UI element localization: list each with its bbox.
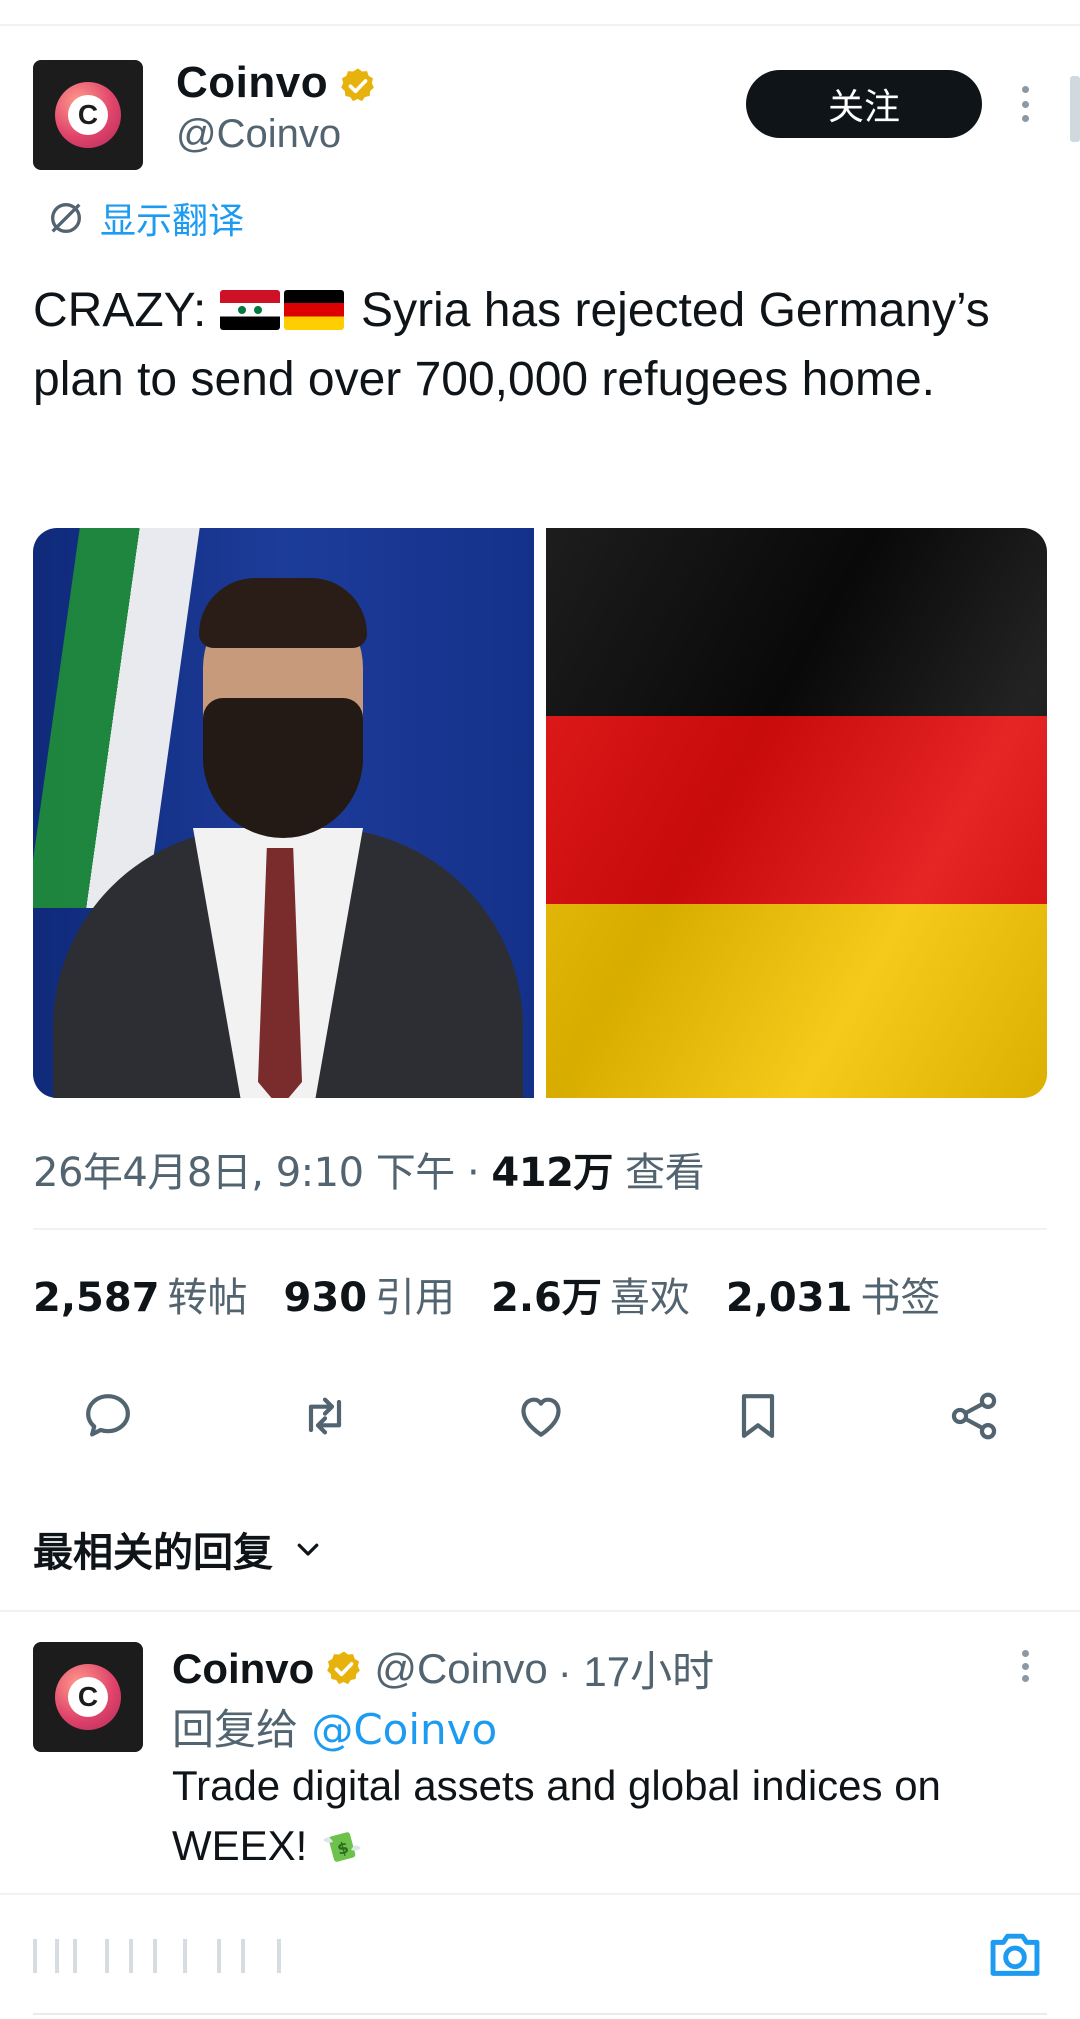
camera-icon[interactable] xyxy=(984,1923,1046,1985)
tweet-actions xyxy=(33,1385,1047,1447)
replying-to: 回复给 @Coinvo xyxy=(172,1696,497,1757)
verified-badge-icon xyxy=(341,68,374,102)
stat-quotes[interactable]: 930 引用 xyxy=(284,1265,456,1323)
reply-header: Coinvo @Coinvo · 17小时 xyxy=(172,1638,714,1699)
divider xyxy=(0,1610,1080,1612)
tweet-prefix: CRAZY: xyxy=(33,284,207,337)
reply-text: Trade digital assets and global indices … xyxy=(172,1756,1032,1876)
reply-author-handle[interactable]: @Coinvo xyxy=(374,1645,547,1693)
share-icon[interactable] xyxy=(943,1385,1005,1447)
germany-flag-photo[interactable] xyxy=(546,528,1047,1098)
avatar-logo: C xyxy=(55,1664,121,1730)
retweet-icon[interactable] xyxy=(294,1385,356,1447)
like-icon[interactable] xyxy=(510,1385,572,1447)
replying-to-handle-link[interactable]: @Coinvo xyxy=(311,1705,497,1754)
stat-likes[interactable]: 2.6万 喜欢 xyxy=(491,1265,690,1323)
avatar-letter: C xyxy=(68,1677,108,1717)
views-count: 412万 xyxy=(491,1150,613,1196)
scrollbar[interactable] xyxy=(1070,76,1080,142)
reply-author-avatar[interactable]: C xyxy=(33,1642,143,1752)
reply-composer xyxy=(0,1893,1080,2019)
reply-icon[interactable] xyxy=(77,1385,139,1447)
man-in-suit-photo[interactable] xyxy=(33,528,534,1098)
stat-bookmarks[interactable]: 2,031 书签 xyxy=(726,1265,941,1323)
divider xyxy=(33,1228,1047,1230)
avatar-logo: C xyxy=(55,82,121,148)
germany-flag-icon xyxy=(283,290,344,330)
reply-body: Trade digital assets and global indices … xyxy=(172,1762,941,1869)
tweet-media[interactable] xyxy=(33,528,1047,1098)
reply-author-name[interactable]: Coinvo xyxy=(172,1645,314,1693)
engagement-stats: 2,587 转帖 930 引用 2.6万 喜欢 2,031 书签 xyxy=(33,1265,940,1323)
translate-icon xyxy=(51,203,81,233)
stat-retweets[interactable]: 2,587 转帖 xyxy=(33,1265,248,1323)
author-handle[interactable]: @Coinvo xyxy=(176,112,341,157)
tweet-meta: 26年4月8日, 9:10 下午 · 412万 查看 xyxy=(33,1140,705,1198)
syria-flag-icon xyxy=(219,290,280,330)
more-options-icon[interactable] xyxy=(1020,86,1030,122)
chevron-down-icon xyxy=(297,1543,319,1556)
composer-bottom-line xyxy=(33,2013,1047,2015)
bookmark-icon[interactable] xyxy=(727,1385,789,1447)
reply-more-options-icon[interactable] xyxy=(1020,1650,1030,1682)
top-divider xyxy=(0,24,1080,26)
follow-button[interactable]: 关注 xyxy=(746,70,982,138)
tweet-date[interactable]: 26年4月8日, 9:10 下午 · xyxy=(33,1150,491,1196)
show-translation-link[interactable]: 显示翻译 xyxy=(46,192,244,244)
replying-prefix: 回复给 xyxy=(172,1705,312,1754)
input-placeholder-bars-icon xyxy=(33,1939,281,1973)
verified-badge-icon xyxy=(327,1651,361,1684)
author-avatar[interactable]: C xyxy=(33,60,143,170)
money-with-wings-icon: $ xyxy=(323,1832,362,1862)
show-translation-label: 显示翻译 xyxy=(100,201,245,242)
avatar-letter: C xyxy=(68,95,108,135)
replies-sort-label: 最相关的回复 xyxy=(33,1530,273,1576)
replies-sort-dropdown[interactable]: 最相关的回复 xyxy=(33,1520,323,1578)
reply-input[interactable] xyxy=(33,1925,303,1985)
author-name[interactable]: Coinvo xyxy=(176,58,328,108)
reply-time: · 17小时 xyxy=(557,1648,715,1695)
tweet-text: CRAZY: Syria has rejected Germany’s plan… xyxy=(33,276,1043,414)
views-label: 查看 xyxy=(612,1150,705,1196)
